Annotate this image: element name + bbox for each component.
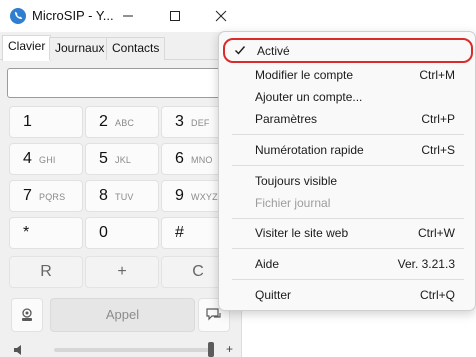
key-digit: 3 xyxy=(175,113,184,130)
menu-item-visit-website[interactable]: Visiter le site web Ctrl+W xyxy=(223,222,473,244)
account-context-menu: Activé Modifier le compte Ctrl+M Ajouter… xyxy=(218,31,476,311)
window-title: MicroSIP - Y... xyxy=(32,8,114,23)
key-digit: # xyxy=(175,224,184,241)
key-digit: 0 xyxy=(99,224,108,241)
menu-item-active[interactable]: Activé xyxy=(223,38,473,63)
menu-item-shortcut: Ctrl+P xyxy=(421,112,455,126)
key-letters: WXYZ xyxy=(191,192,218,202)
microsip-window: MicroSIP - Y... Clavier Journaux Contact… xyxy=(0,0,242,357)
menu-separator xyxy=(232,218,464,219)
menu-item-version: Ver. 3.21.3 xyxy=(397,257,455,271)
menu-item-label: Modifier le compte xyxy=(255,68,354,82)
microsip-phone-icon xyxy=(10,8,26,24)
menu-item-label: Visiter le site web xyxy=(255,226,349,240)
menu-item-label: Aide xyxy=(255,257,280,271)
key-1[interactable]: 1 xyxy=(9,106,83,138)
key-digit: 8 xyxy=(99,187,108,204)
key-letters: GHI xyxy=(39,155,56,165)
tab-journaux[interactable]: Journaux xyxy=(49,37,111,60)
key-letters: JKL xyxy=(115,155,132,165)
key-7[interactable]: 7 PQRS xyxy=(9,180,83,212)
menu-item-shortcut: Ctrl+Q xyxy=(419,288,455,302)
menu-item-help[interactable]: Aide Ver. 3.21.3 xyxy=(223,253,473,275)
speaker-icon[interactable] xyxy=(13,344,27,357)
key-letters: ABC xyxy=(115,118,135,128)
close-icon xyxy=(215,10,227,22)
menu-item-shortcut: Ctrl+W xyxy=(418,226,455,240)
voicemail-button[interactable] xyxy=(11,298,43,332)
volume-slider[interactable] xyxy=(54,348,214,352)
tab-bar: Clavier Journaux Contacts xyxy=(0,34,242,61)
key-letters: PQRS xyxy=(39,192,66,202)
minimize-button[interactable] xyxy=(106,0,150,32)
menu-item-add-account[interactable]: Ajouter un compte... xyxy=(223,86,473,108)
menu-item-shortcut: Ctrl+S xyxy=(421,143,455,157)
checkmark-icon xyxy=(234,44,246,59)
key-digit: 6 xyxy=(175,150,184,167)
key-5[interactable]: 5 JKL xyxy=(85,143,159,175)
dial-number-input[interactable] xyxy=(7,68,241,98)
plus-button[interactable]: + xyxy=(85,256,159,288)
menu-separator xyxy=(232,134,464,135)
menu-item-settings[interactable]: Paramètres Ctrl+P xyxy=(223,108,473,130)
menu-item-label: Activé xyxy=(257,44,290,58)
volume-row: + xyxy=(0,342,242,357)
menu-item-log-file: Fichier journal xyxy=(223,192,473,214)
call-button[interactable]: Appel xyxy=(50,298,195,332)
redial-button[interactable]: R xyxy=(9,256,83,288)
maximize-button[interactable] xyxy=(153,0,197,32)
tab-clavier[interactable]: Clavier xyxy=(2,35,52,61)
menu-item-label: Fichier journal xyxy=(255,196,331,210)
menu-item-label: Numérotation rapide xyxy=(255,143,364,157)
maximize-icon xyxy=(170,11,180,21)
menu-item-always-on-top[interactable]: Toujours visible xyxy=(223,170,473,192)
menu-item-label: Ajouter un compte... xyxy=(255,90,363,104)
minimize-icon xyxy=(123,15,133,17)
key-letters: DEF xyxy=(191,118,210,128)
close-button[interactable] xyxy=(199,0,243,32)
menu-item-label: Paramètres xyxy=(255,112,318,126)
menu-item-edit-account[interactable]: Modifier le compte Ctrl+M xyxy=(223,64,473,86)
key-8[interactable]: 8 TUV xyxy=(85,180,159,212)
menu-separator xyxy=(232,279,464,280)
key-digit: 9 xyxy=(175,187,184,204)
key-digit: 4 xyxy=(23,150,32,167)
key-digit: * xyxy=(23,224,30,241)
key-0[interactable]: 0 xyxy=(85,217,159,249)
menu-item-speed-dial[interactable]: Numérotation rapide Ctrl+S xyxy=(223,139,473,161)
key-letters: MNO xyxy=(191,155,213,165)
menu-item-label: Toujours visible xyxy=(255,174,338,188)
key-letters: TUV xyxy=(115,192,134,202)
key-4[interactable]: 4 GHI xyxy=(9,143,83,175)
title-bar[interactable]: MicroSIP - Y... xyxy=(0,0,242,32)
key-digit: 5 xyxy=(99,150,108,167)
key-star[interactable]: * xyxy=(9,217,83,249)
menu-item-label: Quitter xyxy=(255,288,292,302)
volume-slider-thumb[interactable] xyxy=(208,342,214,357)
tab-contacts[interactable]: Contacts xyxy=(106,37,166,60)
menu-separator xyxy=(232,248,464,249)
key-2[interactable]: 2 ABC xyxy=(85,106,159,138)
menu-separator xyxy=(232,165,464,166)
menu-item-quit[interactable]: Quitter Ctrl+Q xyxy=(223,284,473,306)
menu-item-shortcut: Ctrl+M xyxy=(419,68,455,82)
key-digit: 1 xyxy=(23,113,32,130)
voicemail-icon xyxy=(22,308,32,321)
key-digit: 2 xyxy=(99,113,108,130)
key-digit: 7 xyxy=(23,187,32,204)
volume-plus-label: + xyxy=(226,342,234,356)
